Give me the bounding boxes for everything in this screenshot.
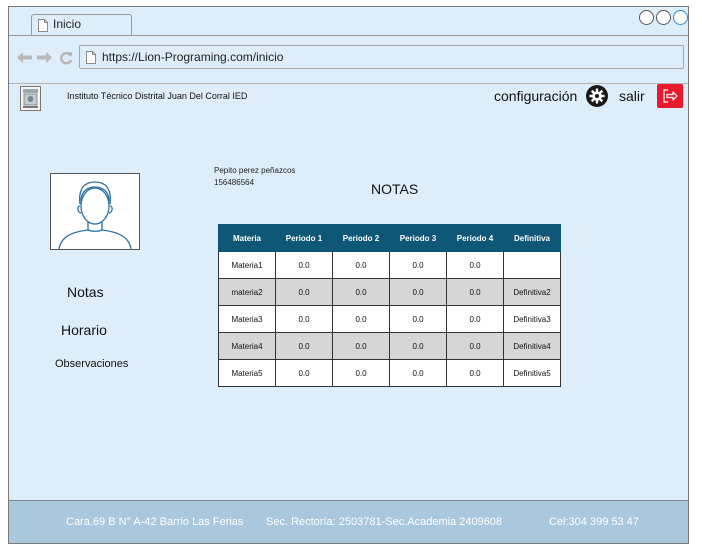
table-cell: Definitiva3 <box>503 305 561 333</box>
sidebar-item-observaciones[interactable]: Observaciones <box>55 358 128 370</box>
table-cell: 0.0 <box>389 278 447 306</box>
table-cell: Materia4 <box>218 332 276 360</box>
table-cell: 0.0 <box>389 332 447 360</box>
table-cell: 0.0 <box>446 359 504 387</box>
reload-icon[interactable] <box>59 51 73 65</box>
footer-phones: Sec. Rectoría: 2503781-Sec.Academia 2409… <box>266 516 503 528</box>
table-cell: Materia5 <box>218 359 276 387</box>
table-row: materia2 0.0 0.0 0.0 0.0 Definitiva2 <box>218 278 561 306</box>
table-cell: 0.0 <box>332 278 390 306</box>
table-row: Materia5 0.0 0.0 0.0 0.0 Definitiva5 <box>218 359 561 387</box>
gear-icon[interactable] <box>586 85 608 107</box>
page-footer: Cara.69 B N° A-42 Barrio Las Ferias Sec.… <box>9 500 688 543</box>
logout-button[interactable] <box>657 84 683 108</box>
table-cell: Definitiva4 <box>503 332 561 360</box>
sidebar-item-horario[interactable]: Horario <box>61 322 107 338</box>
table-cell: 0.0 <box>389 251 447 279</box>
column-header: Definitiva <box>503 224 561 252</box>
table-cell: 0.0 <box>446 278 504 306</box>
table-cell: 0.0 <box>275 332 333 360</box>
table-cell: 0.0 <box>389 359 447 387</box>
table-row: Materia4 0.0 0.0 0.0 0.0 Definitiva4 <box>218 332 561 360</box>
column-header: Periodo 2 <box>332 224 390 252</box>
maximize-button[interactable] <box>656 10 671 25</box>
table-cell: 0.0 <box>275 278 333 306</box>
column-header: Periodo 4 <box>446 224 504 252</box>
column-header: Periodo 1 <box>275 224 333 252</box>
column-header: Materia <box>218 224 276 252</box>
page-icon <box>38 19 48 32</box>
school-name: Instituto Técnico Distrital Juan Del Cor… <box>67 91 248 101</box>
page-icon <box>86 51 96 64</box>
table-cell: Definitiva5 <box>503 359 561 387</box>
table-header-row: Materia Periodo 1 Periodo 2 Periodo 3 Pe… <box>218 224 561 252</box>
table-row: Materia1 0.0 0.0 0.0 0.0 <box>218 251 561 279</box>
table-cell: 0.0 <box>446 305 504 333</box>
avatar <box>50 173 140 250</box>
browser-window: Inicio https://Lion-Programing.com/inici… <box>8 6 689 544</box>
page-title: NOTAS <box>371 181 419 197</box>
browser-tab[interactable]: Inicio <box>31 14 132 35</box>
table-cell: 0.0 <box>275 359 333 387</box>
sidebar-item-notas[interactable]: Notas <box>67 284 104 300</box>
toolbar-divider <box>9 83 688 84</box>
address-toolbar: https://Lion-Programing.com/inicio <box>9 36 688 82</box>
user-avatar-icon <box>58 181 132 250</box>
table-cell: 0.0 <box>332 305 390 333</box>
table-cell: materia2 <box>218 278 276 306</box>
table-cell: 0.0 <box>389 305 447 333</box>
student-id: 156486564 <box>214 178 255 187</box>
table-cell: Materia3 <box>218 305 276 333</box>
table-cell: 0.0 <box>332 332 390 360</box>
close-button[interactable] <box>673 10 688 25</box>
table-cell: 0.0 <box>446 332 504 360</box>
table-cell: 0.0 <box>332 251 390 279</box>
minimize-button[interactable] <box>639 10 654 25</box>
footer-address: Cara.69 B N° A-42 Barrio Las Ferias <box>66 516 244 528</box>
tab-title: Inicio <box>53 17 82 31</box>
url-text: https://Lion-Programing.com/inicio <box>102 50 284 64</box>
table-cell: Materia1 <box>218 251 276 279</box>
logout-link[interactable]: salir <box>619 88 645 104</box>
grades-table: Materia Periodo 1 Periodo 2 Periodo 3 Pe… <box>218 224 561 387</box>
back-arrow-icon[interactable] <box>17 52 32 63</box>
table-cell: 0.0 <box>275 251 333 279</box>
exit-icon <box>663 89 678 103</box>
address-bar[interactable]: https://Lion-Programing.com/inicio <box>79 45 684 69</box>
column-header: Periodo 3 <box>389 224 447 252</box>
table-row: Materia3 0.0 0.0 0.0 0.0 Definitiva3 <box>218 305 561 333</box>
table-cell: 0.0 <box>446 251 504 279</box>
school-logo <box>20 86 41 111</box>
student-name: Pepito perez peñazcos <box>214 166 296 175</box>
table-cell: Definitiva2 <box>503 278 561 306</box>
config-link[interactable]: configuración <box>494 88 577 104</box>
footer-cel: Cel:304 399 53 47 <box>549 516 639 528</box>
table-cell: 0.0 <box>332 359 390 387</box>
forward-arrow-icon[interactable] <box>37 52 52 63</box>
table-cell <box>503 251 561 279</box>
table-cell: 0.0 <box>275 305 333 333</box>
